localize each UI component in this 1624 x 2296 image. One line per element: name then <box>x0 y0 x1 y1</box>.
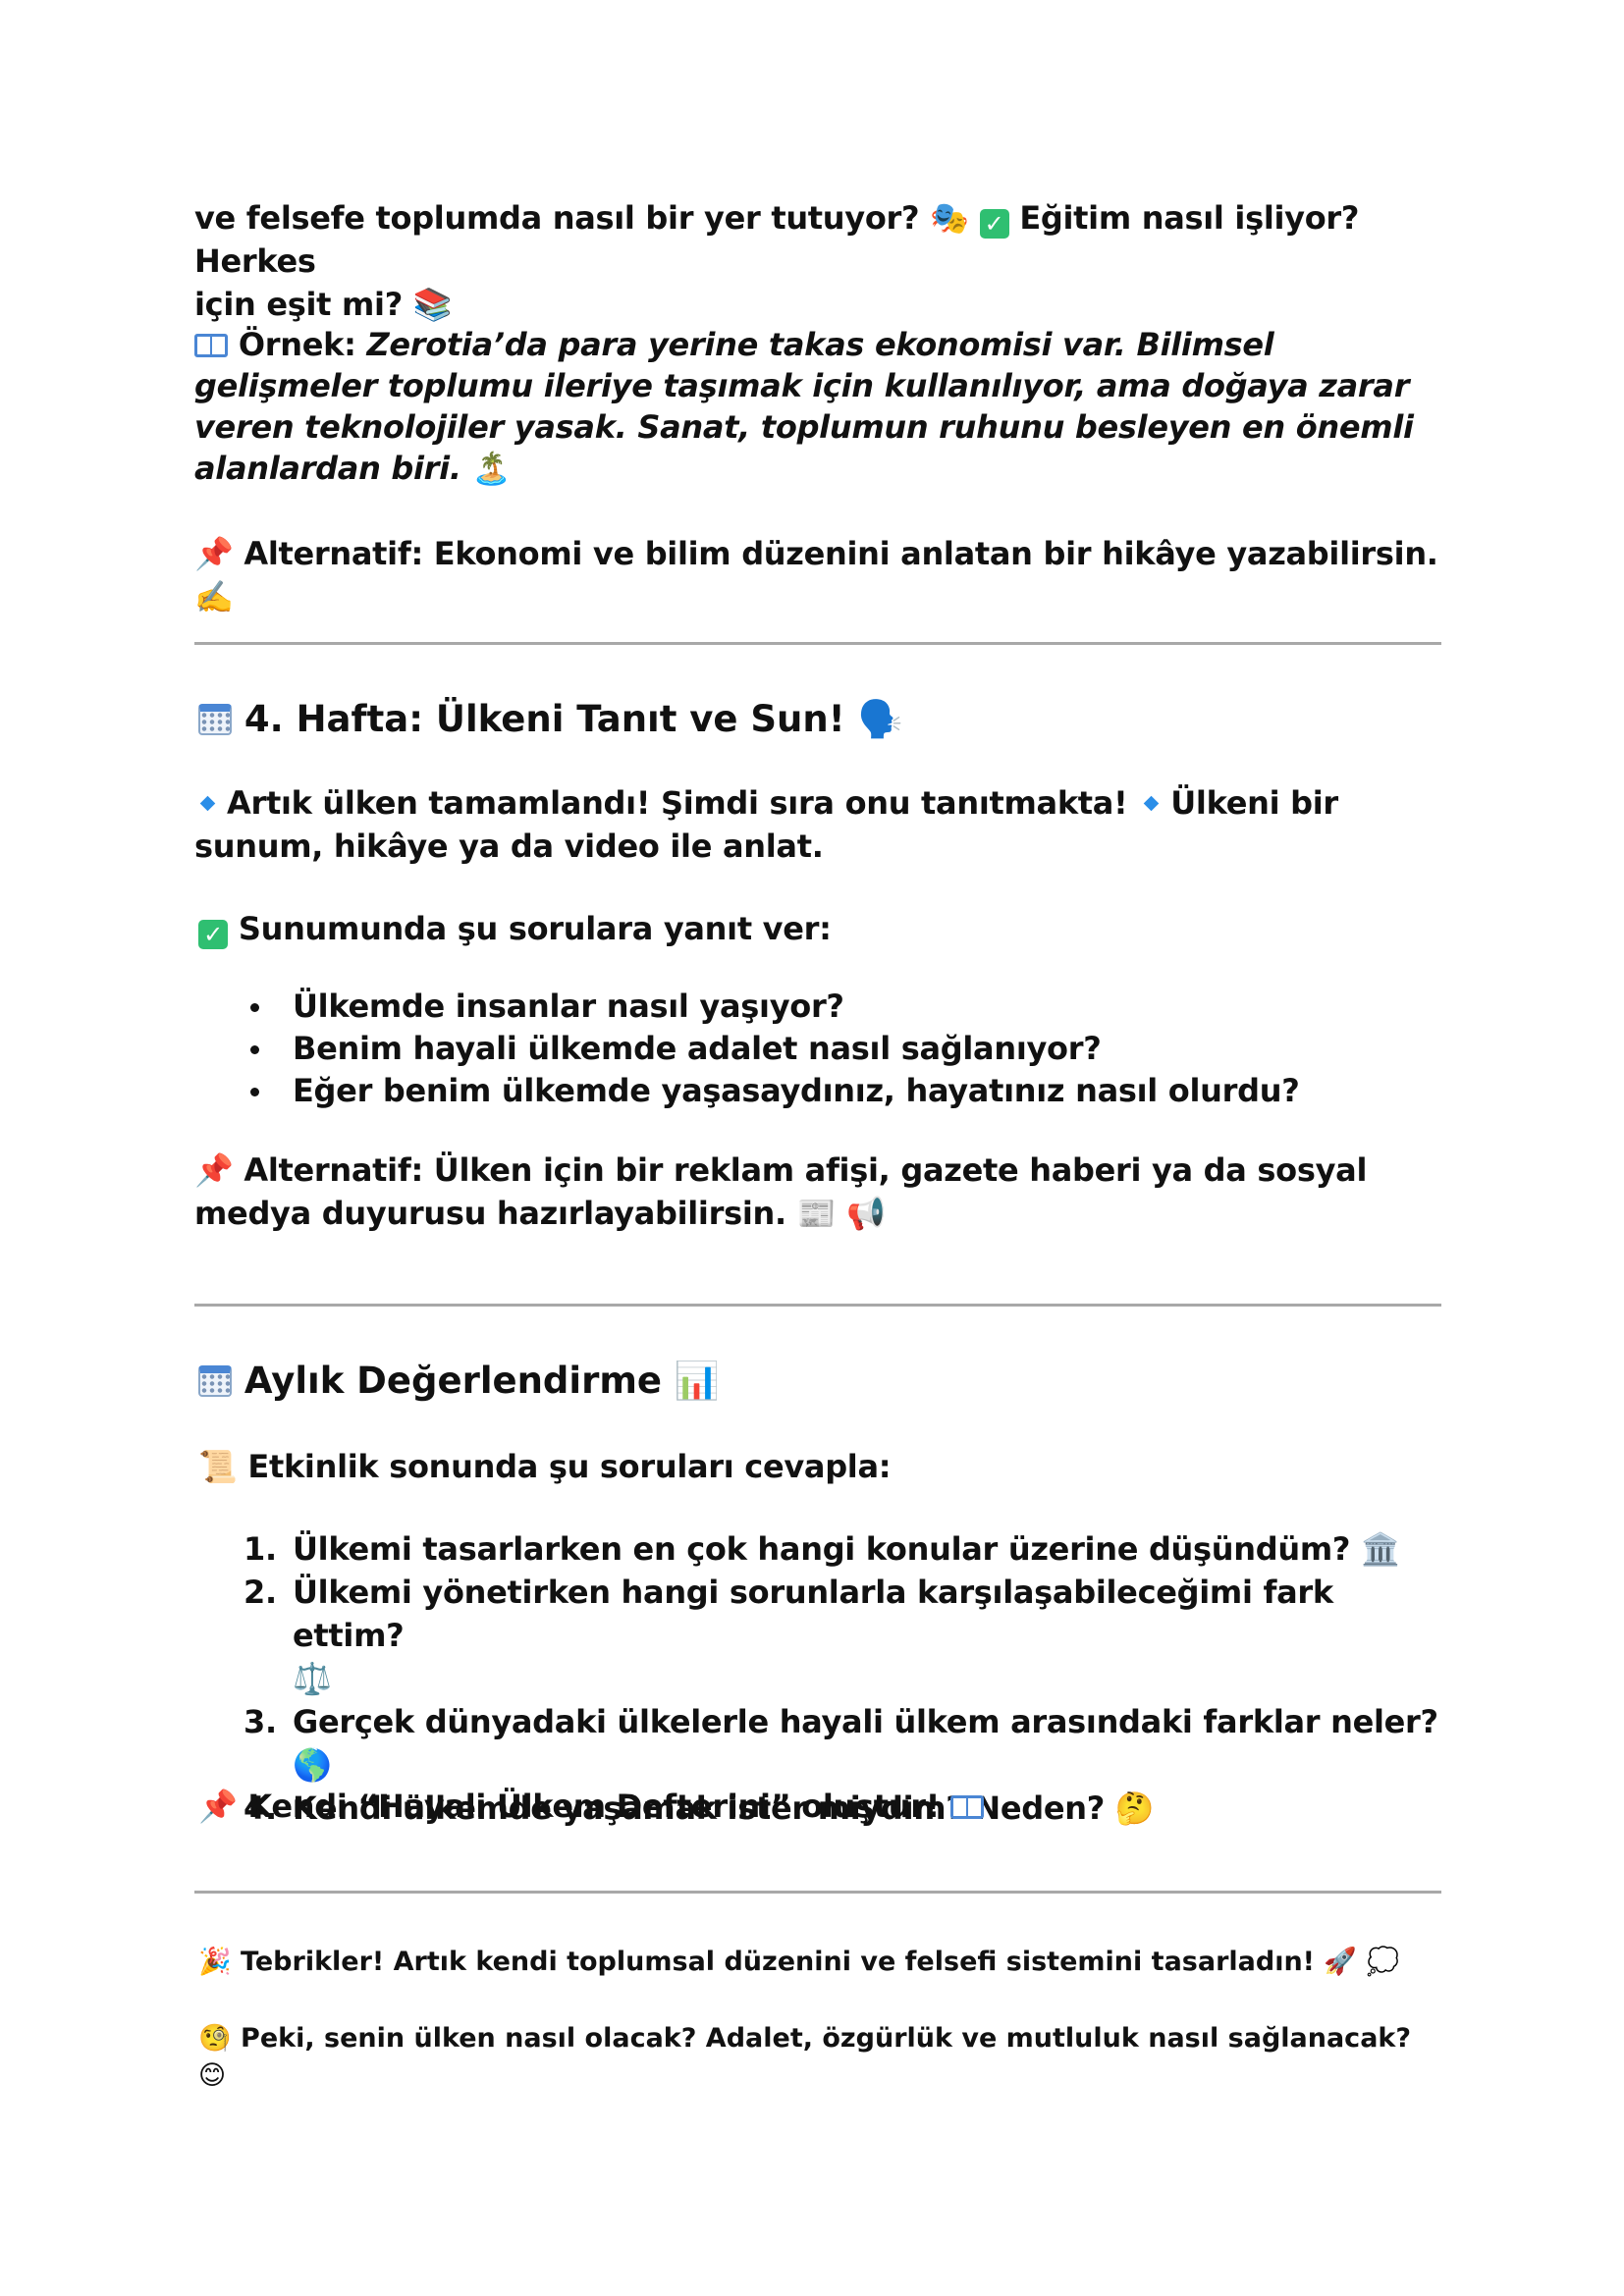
divider <box>194 1304 1441 1307</box>
newspaper-icon: 📰 <box>796 1195 837 1232</box>
list-item-text: Gerçek dünyadaki ülkelerle hayali ülkem … <box>293 1703 1438 1740</box>
week4-intro: Artık ülken tamamlandı! Şimdi sıra onu t… <box>194 781 1441 868</box>
week4-questions-label: ✓ Sunumunda şu sorulara yanıt ver: <box>198 907 832 950</box>
list-item-text: Ülkemi tasarlarken en çok hangi konular … <box>293 1530 1351 1568</box>
example-paragraph: Örnek: Zerotia’da para yerine takas ekon… <box>194 324 1446 489</box>
example-text: Zerotia’da para yerine takas ekonomisi v… <box>194 326 1414 487</box>
speaking-head-icon: 🗣️ <box>857 698 903 740</box>
section3-line2: için eşit mi? <box>194 286 403 323</box>
check-mark-icon: ✓ <box>979 209 1009 239</box>
footer-congrats: 🎉 Tebrikler! Artık kendi toplumsal düzen… <box>198 1944 1399 1981</box>
list-item-text: Ülkemi yönetirken hangi sorunlarla karşı… <box>293 1574 1333 1654</box>
bar-chart-icon: 📊 <box>674 1360 720 1402</box>
check-mark-icon: ✓ <box>198 920 228 949</box>
list-item: Benim hayali ülkemde adalet nasıl sağlan… <box>194 1028 1299 1070</box>
palm-island-icon: 🏝️ <box>471 450 512 487</box>
monthly-intro: 📜 Etkinlik sonunda şu soruları cevapla: <box>198 1445 892 1488</box>
list-number: 1. <box>244 1530 277 1568</box>
scroll-icon: 📜 <box>198 1448 238 1485</box>
list-item: 3. Gerçek dünyadaki ülkelerle hayali ülk… <box>194 1700 1441 1787</box>
globe-icon: 🌎 <box>293 1746 332 1784</box>
section3-continuation: ve felsefe toplumda nasıl bir yer tutuyo… <box>194 196 1451 326</box>
week4-intro-a: Artık ülken tamamlandı! Şimdi sıra onu t… <box>227 784 1128 822</box>
open-book-icon <box>194 334 228 357</box>
section3-line1: ve felsefe toplumda nasıl bir yer tutuyo… <box>194 199 920 237</box>
monthly-closing: 📌 Kendi “Hayali Ülkem Defterini” oluştur… <box>198 1785 984 1828</box>
list-number: 3. <box>244 1703 277 1740</box>
footer-question: 🧐 Peki, senin ülken nasıl olacak? Adalet… <box>198 2020 1441 2095</box>
open-book-icon <box>949 1795 984 1819</box>
monthly-title: Aylık Değerlendirme <box>244 1360 662 1402</box>
pushpin-icon: 📌 <box>194 1151 234 1189</box>
list-item: Ülkemde insanlar nasıl yaşıyor? <box>194 986 1299 1028</box>
theater-masks-icon: 🎭 <box>930 199 969 237</box>
list-number: 2. <box>244 1574 277 1611</box>
calendar-icon <box>198 704 232 735</box>
list-item: Eğer benim ülkemde yaşasaydınız, hayatın… <box>194 1070 1300 1112</box>
thinking-face-icon: 🤔 <box>1114 1789 1155 1827</box>
week4-heading: 4. Hafta: Ülkeni Tanıt ve Sun! 🗣️ <box>198 695 903 744</box>
list-item: 2. Ülkemi yönetirken hangi sorunlarla ka… <box>194 1571 1441 1700</box>
footer-question-text: Peki, senin ülken nasıl olacak? Adalet, … <box>241 2023 1412 2054</box>
alternative-week4-text: Alternatif: Ülken için bir reklam afişi,… <box>194 1151 1368 1232</box>
divider <box>194 1891 1441 1894</box>
monthly-closing-text: Kendi “Hayali Ülkem Defterini” oluştur! <box>247 1788 941 1825</box>
books-icon: 📚 <box>412 286 453 323</box>
list-item: 1. Ülkemi tasarlarken en çok hangi konul… <box>194 1527 1441 1571</box>
diamond-icon <box>1143 795 1160 812</box>
party-popper-icon: 🎉 <box>198 1947 232 1977</box>
writing-hand-icon: ✍️ <box>194 578 234 615</box>
classical-building-icon: 🏛️ <box>1360 1530 1400 1568</box>
monthly-heading: Aylık Değerlendirme 📊 <box>198 1357 720 1406</box>
footer-congrats-text: Tebrikler! Artık kendi toplumsal düzenin… <box>241 1947 1315 1977</box>
megaphone-icon: 📢 <box>846 1195 886 1232</box>
pushpin-icon: 📌 <box>194 535 234 572</box>
alternative-week4: 📌 Alternatif: Ülken için bir reklam afiş… <box>194 1148 1441 1235</box>
calendar-icon <box>198 1365 232 1397</box>
week4-questions-label-text: Sunumunda şu sorulara yanıt ver: <box>238 910 832 947</box>
week4-title: 4. Hafta: Ülkeni Tanıt ve Sun! <box>244 698 845 740</box>
divider <box>194 642 1441 645</box>
example-label: Örnek: <box>238 326 356 363</box>
rocket-icon: 🚀 <box>1324 1947 1358 1977</box>
alternative-section3: 📌 Alternatif: Ekonomi ve bilim düzenini … <box>194 532 1441 618</box>
pushpin-icon: 📌 <box>198 1788 238 1825</box>
alternative-section3-text: Alternatif: Ekonomi ve bilim düzenini an… <box>244 535 1438 572</box>
face-with-monocle-icon: 🧐 <box>198 2023 232 2054</box>
monthly-intro-text: Etkinlik sonunda şu soruları cevapla: <box>247 1448 892 1485</box>
week4-questions-list: Ülkemde insanlar nasıl yaşıyor? Benim ha… <box>194 986 1300 1112</box>
smiling-face-icon: 😊 <box>198 2060 227 2091</box>
scales-icon: ⚖️ <box>293 1660 332 1697</box>
diamond-icon <box>199 795 216 812</box>
thought-bubble-icon: 💭 <box>1366 1947 1400 1977</box>
